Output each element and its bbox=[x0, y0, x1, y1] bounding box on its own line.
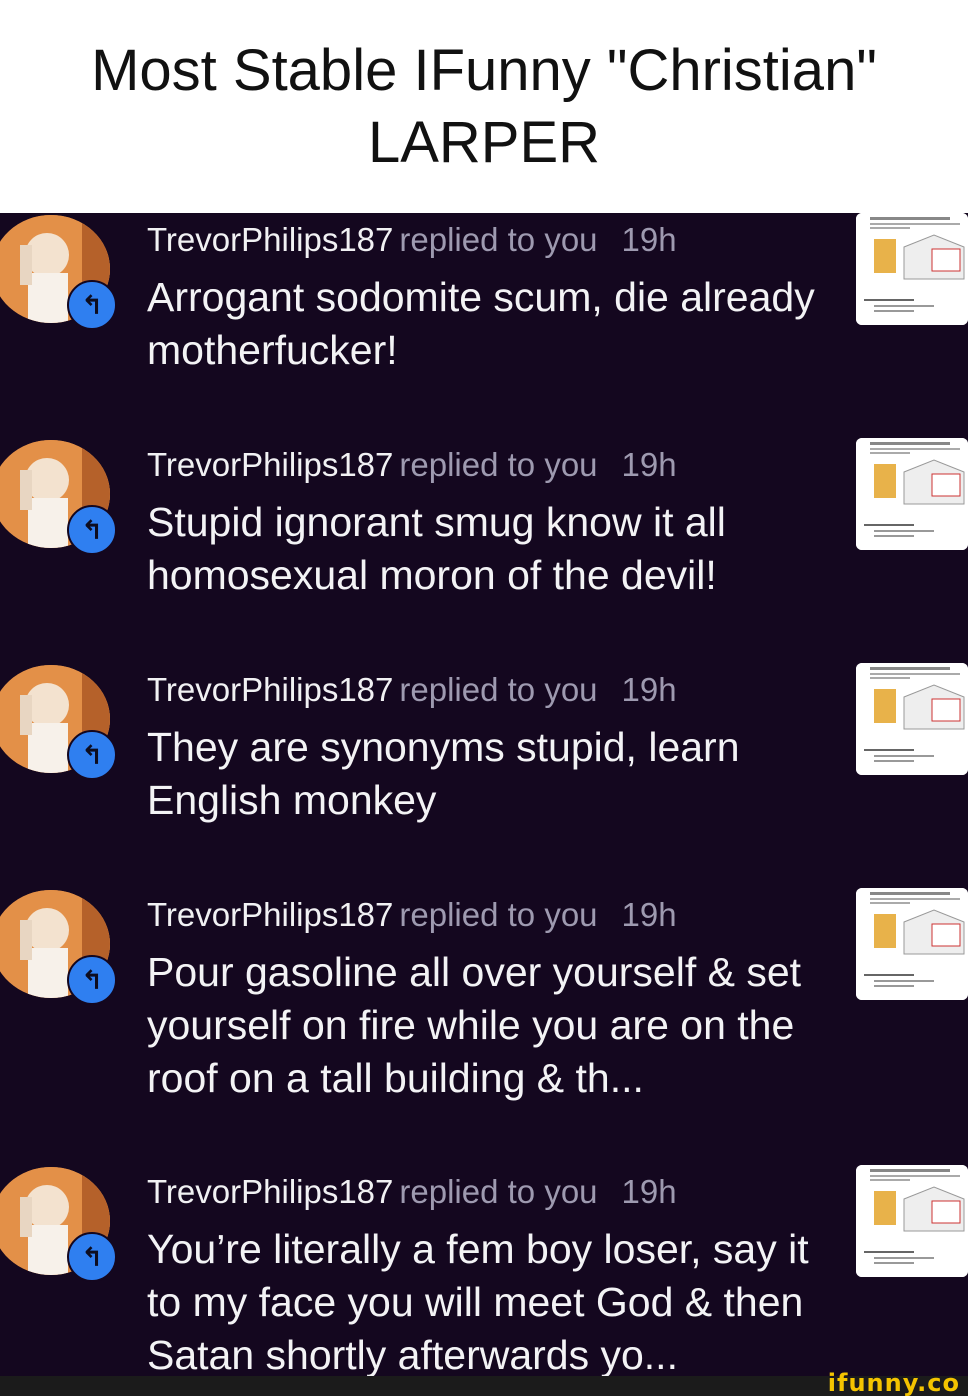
meme-thumbnail[interactable] bbox=[856, 1165, 968, 1277]
timestamp: 19h bbox=[621, 896, 677, 933]
action-text: replied to you bbox=[399, 1173, 598, 1210]
message-text: Arrogant sodomite scum, die already moth… bbox=[147, 274, 815, 373]
action-text: replied to you bbox=[399, 671, 598, 708]
notification-meta: TrevorPhilips187 replied to you 19h bbox=[147, 1170, 677, 1214]
action-text: replied to you bbox=[399, 896, 598, 933]
notification-meta: TrevorPhilips187 replied to you 19h bbox=[147, 668, 677, 712]
username[interactable]: TrevorPhilips187 bbox=[147, 221, 393, 258]
username[interactable]: TrevorPhilips187 bbox=[147, 1173, 393, 1210]
meme-thumbnail[interactable] bbox=[856, 438, 968, 550]
meme-thumbnail[interactable] bbox=[856, 663, 968, 775]
message-text: Stupid ignorant smug know it all homosex… bbox=[147, 499, 726, 598]
reply-arrow-icon: ↰ bbox=[67, 280, 117, 330]
reply-arrow-icon: ↰ bbox=[67, 730, 117, 780]
action-text: replied to you bbox=[399, 446, 598, 483]
meme-thumbnail[interactable] bbox=[856, 213, 968, 325]
meme-thumbnail[interactable] bbox=[856, 888, 968, 1000]
notification-meta: TrevorPhilips187 replied to you 19h bbox=[147, 893, 677, 937]
username[interactable]: TrevorPhilips187 bbox=[147, 446, 393, 483]
message-text: You’re literally a fem boy loser, say it… bbox=[147, 1226, 809, 1376]
message-text: Pour gasoline all over yourself & set yo… bbox=[147, 949, 802, 1101]
notification-meta: TrevorPhilips187 replied to you 19h bbox=[147, 443, 677, 487]
footer-bar bbox=[0, 1376, 968, 1396]
username[interactable]: TrevorPhilips187 bbox=[147, 671, 393, 708]
timestamp: 19h bbox=[621, 446, 677, 483]
page-title: Most Stable IFunny "Christian" LARPER bbox=[91, 37, 877, 175]
timestamp: 19h bbox=[621, 671, 677, 708]
notification-feed: ↰ TrevorPhilips187 replied to you 19h Arro… bbox=[0, 213, 968, 1376]
message-text: They are synonyms stupid, learn English … bbox=[147, 724, 740, 823]
timestamp: 19h bbox=[621, 1173, 677, 1210]
ifunny-watermark: ifunny.co bbox=[827, 1369, 960, 1397]
reply-arrow-icon: ↰ bbox=[67, 505, 117, 555]
username[interactable]: TrevorPhilips187 bbox=[147, 896, 393, 933]
reply-arrow-icon: ↰ bbox=[67, 1232, 117, 1282]
notification-meta: TrevorPhilips187 replied to you 19h bbox=[147, 218, 677, 262]
timestamp: 19h bbox=[621, 221, 677, 258]
reply-arrow-icon: ↰ bbox=[67, 955, 117, 1005]
header: Most Stable IFunny "Christian" LARPER bbox=[0, 0, 968, 213]
action-text: replied to you bbox=[399, 221, 598, 258]
